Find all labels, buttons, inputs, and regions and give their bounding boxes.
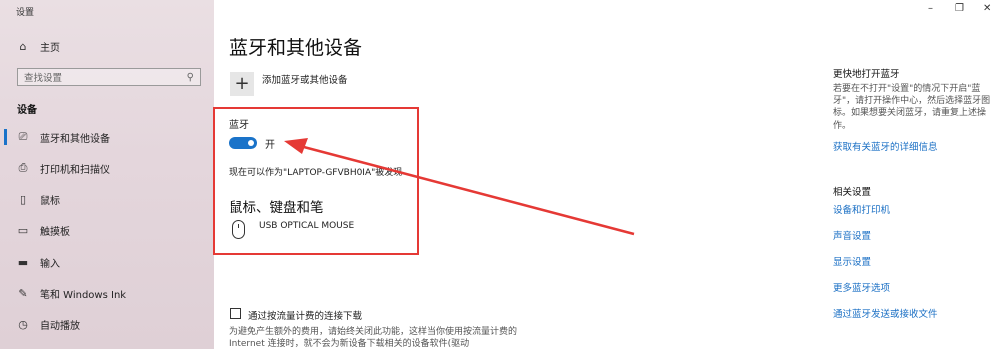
toggle-knob — [248, 140, 254, 146]
sidebar-item-mouse[interactable]: ▯ 鼠标 — [16, 188, 60, 210]
metered-description: 为避免产生额外的费用，请始终关闭此功能，这样当你使用按流量计费的 Interne… — [229, 327, 518, 349]
mouse-keyboard-pen-heading: 鼠标、键盘和笔 — [229, 200, 324, 216]
sound-settings-link[interactable]: 声音设置 — [833, 228, 871, 242]
display-settings-link[interactable]: 显示设置 — [833, 254, 871, 268]
bluetooth-label: 蓝牙 — [229, 120, 249, 131]
quick-bluetooth-title: 更快地打开蓝牙 — [833, 69, 900, 80]
add-device-button[interactable]: + — [230, 72, 254, 96]
sidebar-item-label: 鼠标 — [40, 195, 60, 207]
home-icon: ⌂ — [19, 39, 27, 53]
related-settings-title: 相关设置 — [833, 187, 872, 198]
bluetooth-device-icon: ⎚ — [18, 130, 28, 143]
section-label: 设备 — [17, 105, 37, 116]
maximize-button[interactable]: ❐ — [955, 3, 964, 14]
search-input[interactable]: 查找设置 ⚲ — [17, 68, 201, 86]
active-indicator — [4, 129, 7, 145]
sidebar-item-pen[interactable]: ✎ 笔和 Windows Ink — [16, 282, 126, 304]
quick-bluetooth-description: 若要在不打开"设置"的情况下开启"蓝牙"，请打开操作中心，然后选择蓝牙图标。如果… — [833, 84, 991, 131]
autoplay-icon: ◷ — [18, 317, 28, 331]
metered-checkbox-label[interactable]: 通过按流量计费的连接下载 — [248, 308, 362, 322]
metered-checkbox[interactable] — [230, 308, 241, 319]
printer-icon: ⎙ — [18, 161, 28, 174]
bluetooth-toggle[interactable] — [229, 137, 257, 149]
touchpad-icon: ▭ — [17, 223, 29, 237]
toggle-state-text: 开 — [265, 140, 275, 151]
device-name[interactable]: USB OPTICAL MOUSE — [259, 221, 354, 231]
devices-printers-link[interactable]: 设备和打印机 — [833, 202, 890, 216]
plus-icon: + — [234, 73, 250, 94]
sidebar-item-label: 打印机和扫描仪 — [40, 164, 110, 176]
window-title: 设置 — [16, 8, 35, 18]
search-icon: ⚲ — [186, 71, 194, 83]
sidebar-item-label: 蓝牙和其他设备 — [40, 133, 110, 145]
mouse-icon: ▯ — [19, 192, 27, 206]
pen-icon: ✎ — [18, 286, 28, 300]
sidebar-item-label: 触摸板 — [40, 226, 70, 238]
discoverable-text: 现在可以作为"LAPTOP-GFVBH0IA"被发现 — [229, 168, 403, 178]
search-placeholder: 查找设置 — [24, 73, 63, 84]
sidebar: 设置 ⌂ 主页 查找设置 ⚲ 设备 ⎚ 蓝牙和其他设备 ⎙ 打印机和扫描仪 ▯ … — [0, 0, 214, 349]
sidebar-item-autoplay[interactable]: ◷ 自动播放 — [16, 313, 80, 335]
sidebar-item-label: 自动播放 — [40, 320, 80, 332]
more-bluetooth-options-link[interactable]: 更多蓝牙选项 — [833, 280, 890, 294]
sidebar-item-bluetooth[interactable]: ⎚ 蓝牙和其他设备 — [16, 126, 110, 148]
add-device-label[interactable]: 添加蓝牙或其他设备 — [262, 72, 348, 86]
send-receive-files-link[interactable]: 通过蓝牙发送或接收文件 — [833, 306, 938, 320]
sidebar-item-home[interactable]: ⌂ 主页 — [16, 35, 61, 57]
minimize-button[interactable]: – — [928, 3, 933, 14]
keyboard-icon: ▬ — [17, 255, 29, 269]
sidebar-item-label: 主页 — [40, 42, 60, 54]
mouse-icon — [232, 220, 245, 239]
bluetooth-info-link[interactable]: 获取有关蓝牙的详细信息 — [833, 139, 938, 153]
sidebar-item-label: 笔和 Windows Ink — [40, 289, 127, 301]
close-button[interactable]: ✕ — [983, 3, 991, 14]
sidebar-item-label: 输入 — [40, 258, 60, 270]
sidebar-item-typing[interactable]: ▬ 输入 — [16, 251, 60, 273]
sidebar-item-touchpad[interactable]: ▭ 触摸板 — [16, 219, 70, 241]
page-title: 蓝牙和其他设备 — [229, 37, 363, 59]
sidebar-item-printers[interactable]: ⎙ 打印机和扫描仪 — [16, 157, 110, 179]
